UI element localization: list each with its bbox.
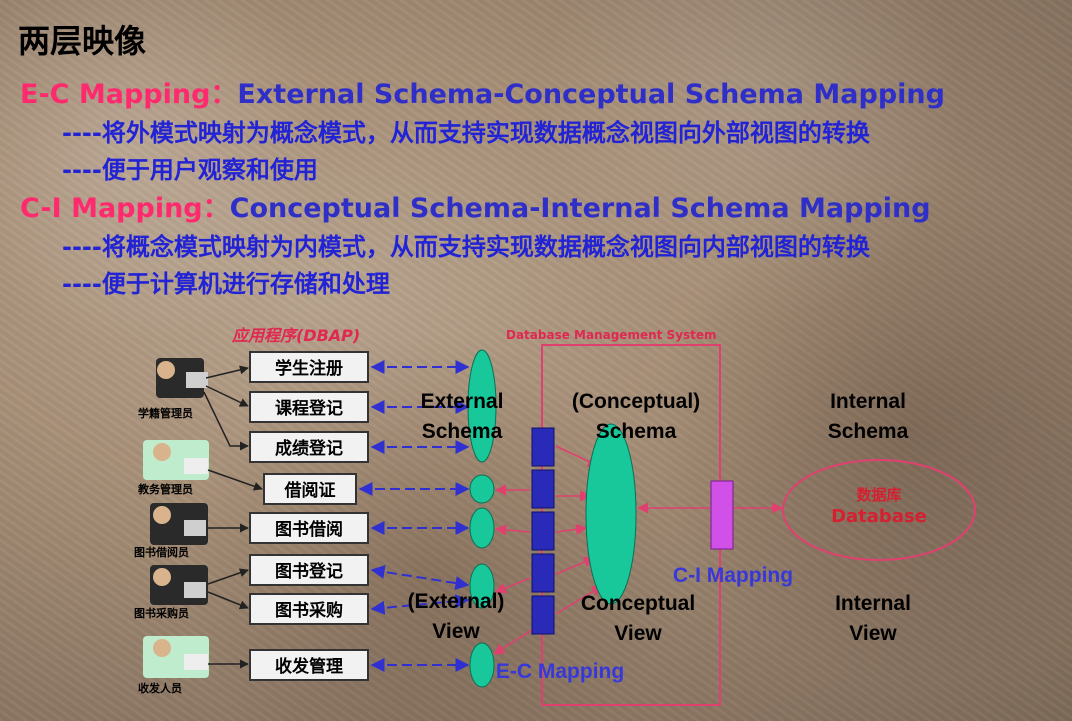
app-label-7: 图书采购 [275, 600, 343, 621]
dbms-label: Database Management System [506, 328, 717, 342]
user-label-2: 教务管理员 [137, 482, 193, 496]
internal-view-label-1: Internal [835, 592, 911, 615]
ec-block-2 [531, 469, 555, 509]
ec-block-4 [531, 553, 555, 593]
internal-schema-label-2: Schema [828, 420, 909, 443]
conceptual-schema-label-1: (Conceptual) [572, 390, 700, 413]
app-label-2: 课程登记 [275, 398, 343, 419]
internal-view-label-2: View [849, 622, 897, 645]
user-icon-5: 收发人员 [138, 636, 209, 695]
user-label-1: 学籍管理员 [138, 406, 193, 420]
external-view-label-1: (External) [408, 590, 505, 613]
user-icon-3: 图书借阅员 [134, 503, 208, 559]
user-icon-4: 图书采购员 [134, 565, 208, 620]
ec-block-3 [531, 511, 555, 551]
ci-mapping-block [710, 480, 734, 550]
app-label-4: 借阅证 [284, 480, 336, 501]
external-schema-label-2: Schema [422, 420, 503, 443]
external-schema-label-1: External [421, 390, 504, 413]
conceptual-schema-label-2: Schema [596, 420, 677, 443]
user-label-4: 图书采购员 [134, 606, 189, 620]
external-schema-ellipse-2 [469, 474, 495, 504]
conceptual-view-label-1: Conceptual [581, 592, 695, 615]
ci-mapping-label: C-I Mapping [673, 564, 793, 587]
user-label-3: 图书借阅员 [134, 545, 189, 559]
app-label-1: 学生注册 [275, 358, 343, 379]
app-label-3: 成绩登记 [275, 438, 343, 459]
schema-diagram: 应用程序(DBAP) Database Management System 学籍… [134, 326, 976, 706]
external-schema-ellipse-5 [469, 642, 495, 688]
app-boxes: 学生注册 课程登记 成绩登记 借阅证 图书借阅 图书登记 图书采购 收发管理 [249, 351, 369, 681]
conceptual-schema-ellipse [585, 423, 637, 605]
ec-block-5 [531, 595, 555, 635]
app-label-8: 收发管理 [275, 656, 343, 677]
ec-mapping-blocks [531, 427, 555, 635]
user-label-5: 收发人员 [138, 681, 182, 695]
app-label-6: 图书登记 [275, 561, 343, 582]
external-view-label-2: View [432, 620, 480, 643]
conceptual-view-label-2: View [614, 622, 662, 645]
ec-mapping-label: E-C Mapping [496, 660, 624, 683]
database-cn-label: 数据库 [856, 486, 901, 504]
ec-block-1 [531, 427, 555, 467]
external-schema-ellipse-3 [469, 507, 495, 549]
internal-schema-label-1: Internal [830, 390, 906, 413]
user-icon-1: 学籍管理员 [138, 358, 208, 420]
database-en-label: Database [831, 506, 927, 527]
app-group-label: 应用程序(DBAP) [231, 326, 360, 345]
app-label-5: 图书借阅 [275, 519, 343, 540]
user-icon-2: 教务管理员 [137, 440, 209, 496]
